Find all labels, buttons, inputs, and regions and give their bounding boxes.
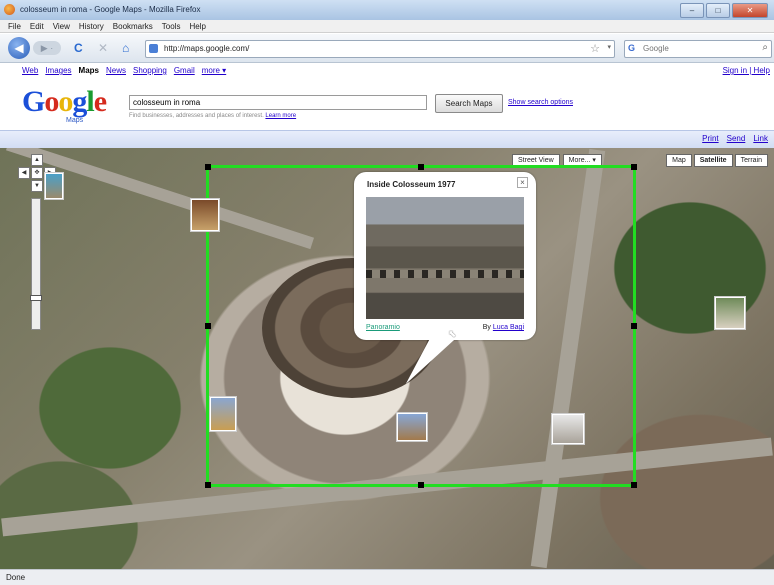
info-window-title: Inside Colosseum 1977 [367, 180, 456, 189]
photo-thumbnail[interactable] [44, 172, 64, 200]
signin-link[interactable]: Sign in | Help [723, 66, 770, 75]
search-icon[interactable]: ⌕ [762, 42, 768, 53]
learn-more-link[interactable]: Learn more [265, 113, 296, 119]
info-window-close-icon[interactable]: × [517, 177, 528, 188]
photo-thumbnail[interactable] [714, 296, 746, 330]
pan-up-button[interactable]: ▲ [31, 154, 43, 166]
search-options-link[interactable]: Show search options [508, 99, 573, 106]
selection-handle[interactable] [205, 164, 211, 170]
firefox-icon [4, 4, 15, 15]
map-type-map-button[interactable]: Map [666, 154, 692, 167]
menu-help[interactable]: Help [189, 20, 205, 32]
maximize-button[interactable]: □ [706, 3, 730, 18]
url-dropdown-icon[interactable]: ▾ [607, 43, 611, 51]
gbar-link-gmail[interactable]: Gmail [174, 66, 195, 75]
back-button[interactable]: ◀ [8, 37, 30, 59]
maps-search-input[interactable] [129, 95, 427, 110]
selection-handle[interactable] [205, 482, 211, 488]
map-type-satellite-button[interactable]: Satellite [693, 154, 733, 167]
gbar-link-more[interactable]: more ▾ [202, 66, 226, 75]
zoom-slider[interactable] [30, 198, 42, 330]
zoom-slider-thumb[interactable] [30, 295, 42, 301]
info-window: Inside Colosseum 1977 × Panoramio By Luc… [354, 172, 536, 384]
info-window-photo[interactable] [366, 197, 524, 319]
selection-handle[interactable] [631, 482, 637, 488]
photo-thumbnail[interactable] [396, 412, 428, 442]
bookmark-star-icon[interactable]: ☆ [590, 42, 600, 55]
print-link[interactable]: Print [702, 134, 718, 143]
menu-bar: File Edit View History Bookmarks Tools H… [0, 20, 774, 33]
pan-down-button[interactable]: ▼ [31, 180, 43, 192]
window-titlebar: colosseum in roma - Google Maps - Mozill… [0, 0, 774, 21]
forward-button[interactable]: ▶ · [33, 41, 61, 55]
status-bar: Done [0, 569, 774, 585]
address-bar[interactable]: http://maps.google.com/ ☆ ▾ [145, 40, 615, 58]
mouse-cursor-icon: ⬉ [448, 329, 457, 340]
url-text[interactable]: http://maps.google.com/ [164, 44, 249, 53]
minimize-button[interactable]: – [680, 3, 704, 18]
photo-author: By Luca Bagi [482, 324, 524, 331]
menu-edit[interactable]: Edit [30, 20, 44, 32]
search-hint: Find businesses, addresses and places of… [129, 113, 297, 119]
pan-left-button[interactable]: ◀ [18, 167, 30, 179]
gbar-link-maps: Maps [78, 66, 99, 75]
navigation-toolbar: ◀ ▶ · C ✕ ⌂ http://maps.google.com/ ☆ ▾ … [0, 34, 774, 63]
selection-handle[interactable] [631, 323, 637, 329]
photo-thumbnail[interactable] [190, 198, 220, 232]
close-window-button[interactable]: ✕ [732, 3, 768, 18]
gbar-link-shopping[interactable]: Shopping [133, 66, 167, 75]
link-link[interactable]: Link [753, 134, 768, 143]
photo-thumbnail[interactable] [551, 413, 585, 445]
site-favicon-icon [149, 44, 158, 53]
reload-icon[interactable]: C [74, 41, 83, 55]
author-link[interactable]: Luca Bagi [493, 324, 524, 331]
search-maps-button[interactable]: Search Maps [435, 94, 503, 113]
stop-icon[interactable]: ✕ [98, 41, 108, 55]
status-text: Done [6, 573, 26, 582]
google-maps-logo[interactable]: Google Maps [22, 85, 107, 124]
menu-tools[interactable]: Tools [162, 20, 181, 32]
map-link-bar: Print Send Link [0, 130, 774, 148]
send-link[interactable]: Send [727, 134, 746, 143]
gbar-link-images[interactable]: Images [45, 66, 71, 75]
satellite-map[interactable]: ▲ ◀ ✥ ▶ ▼ Street View More... ▾ Map Sate… [0, 148, 774, 569]
selection-handle[interactable] [205, 323, 211, 329]
map-type-control: Map Satellite Terrain [666, 154, 768, 167]
gbar-link-web[interactable]: Web [22, 66, 38, 75]
gbar-link-news[interactable]: News [106, 66, 126, 75]
map-type-terrain-button[interactable]: Terrain [734, 154, 768, 167]
selection-handle[interactable] [631, 164, 637, 170]
maps-search-header: Google Maps Find businesses, addresses a… [0, 78, 774, 130]
browser-search-input[interactable] [643, 42, 753, 54]
menu-bookmarks[interactable]: Bookmarks [113, 20, 153, 32]
browser-search-box[interactable]: G ⌕ [624, 40, 772, 58]
selection-handle[interactable] [418, 164, 424, 170]
panoramio-link[interactable]: Panoramio [366, 324, 400, 331]
selection-handle[interactable] [418, 482, 424, 488]
google-bar: Web Images Maps News Shopping Gmail more… [0, 63, 774, 78]
pan-center-button[interactable]: ✥ [31, 167, 43, 179]
menu-history[interactable]: History [79, 20, 104, 32]
window-title: colosseum in roma - Google Maps - Mozill… [20, 5, 201, 14]
home-icon[interactable]: ⌂ [122, 41, 129, 55]
menu-file[interactable]: File [8, 20, 21, 32]
menu-view[interactable]: View [53, 20, 70, 32]
logo-maps-label: Maps [66, 117, 84, 124]
photo-thumbnail[interactable] [209, 396, 237, 432]
search-engine-icon[interactable]: G [628, 43, 635, 53]
